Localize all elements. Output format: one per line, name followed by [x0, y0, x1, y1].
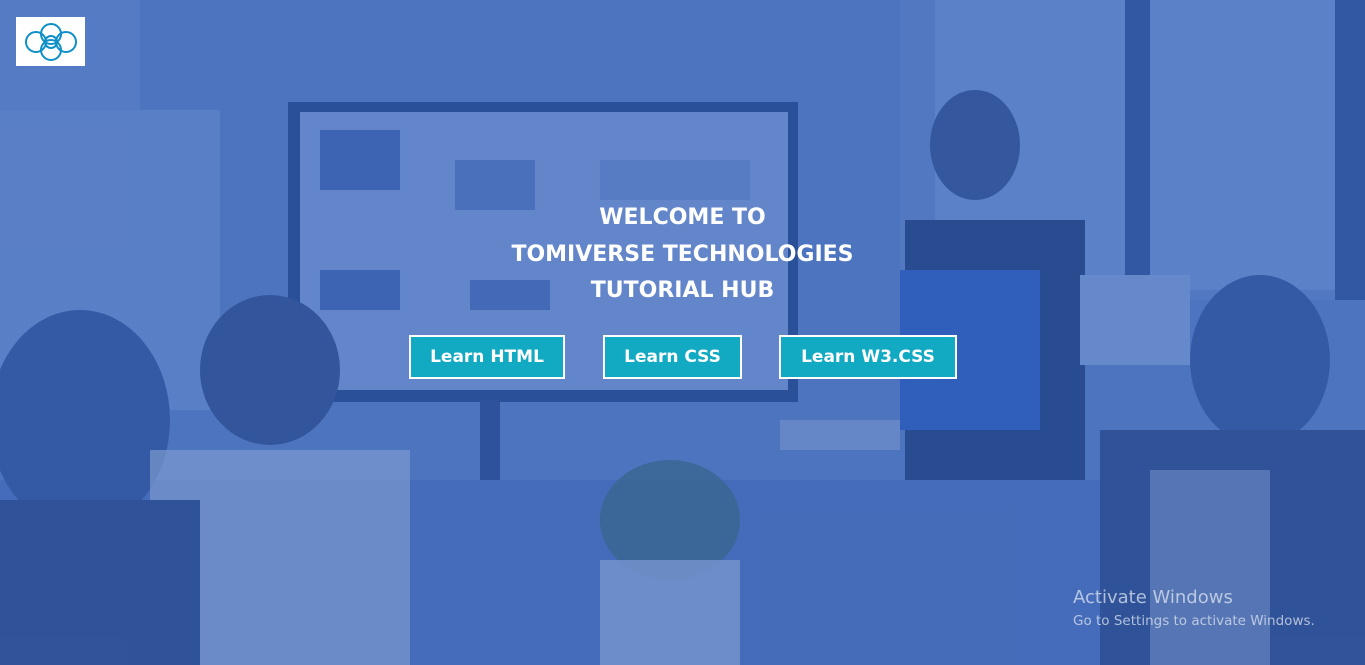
hero-title: WELCOME TO TOMIVERSE TECHNOLOGIES TUTORI…: [0, 200, 1365, 310]
brand-logo[interactable]: [16, 17, 85, 66]
interlocking-rings-icon: [24, 22, 77, 61]
learn-w3css-button[interactable]: Learn W3.CSS: [779, 335, 957, 379]
activate-windows-watermark: Activate Windows Go to Settings to activ…: [1073, 587, 1315, 633]
watermark-title: Activate Windows: [1073, 587, 1233, 608]
hero-heading-block: WELCOME TO TOMIVERSE TECHNOLOGIES TUTORI…: [0, 200, 1365, 310]
learn-css-button[interactable]: Learn CSS: [603, 335, 742, 379]
watermark-subtitle: Go to Settings to activate Windows.: [1073, 613, 1315, 629]
tutorial-button-row: Learn HTML Learn CSS Learn W3.CSS: [0, 335, 1365, 383]
hero-title-line-1: WELCOME TO: [599, 205, 766, 230]
learn-html-button[interactable]: Learn HTML: [409, 335, 565, 379]
hero-section: WELCOME TO TOMIVERSE TECHNOLOGIES TUTORI…: [0, 0, 1365, 665]
hero-title-line-2: TOMIVERSE TECHNOLOGIES: [511, 241, 854, 267]
hero-title-line-3: TUTORIAL HUB: [590, 278, 775, 303]
blue-overlay: [0, 0, 1365, 665]
